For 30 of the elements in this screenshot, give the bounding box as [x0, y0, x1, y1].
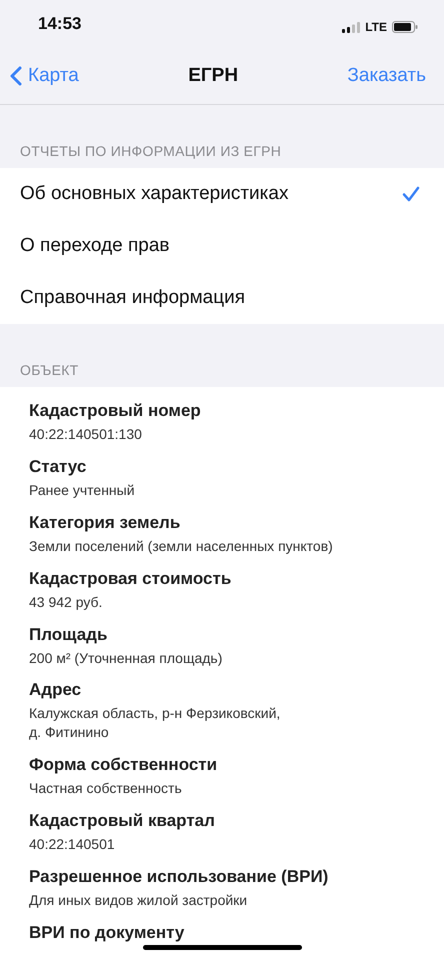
report-option[interactable]: О переходе прав [0, 220, 444, 272]
screen-title: ЕГРН [188, 65, 238, 87]
network-label: LTE [365, 20, 387, 34]
field-label: Категория земель [29, 512, 182, 533]
field-label: Кадастровый квартал [29, 811, 216, 832]
chevron-left-icon [10, 66, 22, 86]
field-label: Площадь [29, 624, 108, 645]
section-header: ОБЪЕКТ [19, 361, 80, 380]
field-label: Разрешенное использование (ВРИ) [29, 867, 330, 888]
section-header: ОТЧЕТЫ ПО ИНФОРМАЦИИ ИЗ ЕГРН [19, 142, 282, 161]
battery-icon [392, 21, 418, 33]
field-value: 43 942 руб. [29, 592, 104, 612]
field-label: Адрес [29, 680, 82, 700]
field-value: Для иных видов жилой застройки [29, 891, 248, 910]
field-value: Земли поселений (земли населенных пунктов) [29, 536, 334, 556]
field-label: Кадастровый номер [29, 401, 202, 421]
field-value: Калужская область, р-н Ферзиковский, д. Фитинино [29, 704, 282, 742]
field-value: 40:22:140501:130 [29, 425, 143, 444]
field-value: Ранее учтенный [29, 480, 136, 500]
field-value: 200 м² (Уточненная площадь) [29, 648, 224, 668]
status-time: 14:53 [38, 14, 82, 34]
field-label: Форма собственности [29, 755, 218, 776]
field-label: ВРИ по документу [29, 922, 186, 943]
signal-icon [342, 22, 360, 32]
field-value: Частная собственность [29, 779, 183, 798]
field-value: 40:22:140501 [29, 835, 116, 854]
report-option[interactable]: Справочная информация [0, 272, 444, 324]
report-option[interactable]: Об основных характеристиках [0, 168, 444, 220]
field-label: Статус [29, 456, 88, 477]
field-label: Кадастровая стоимость [29, 568, 232, 589]
